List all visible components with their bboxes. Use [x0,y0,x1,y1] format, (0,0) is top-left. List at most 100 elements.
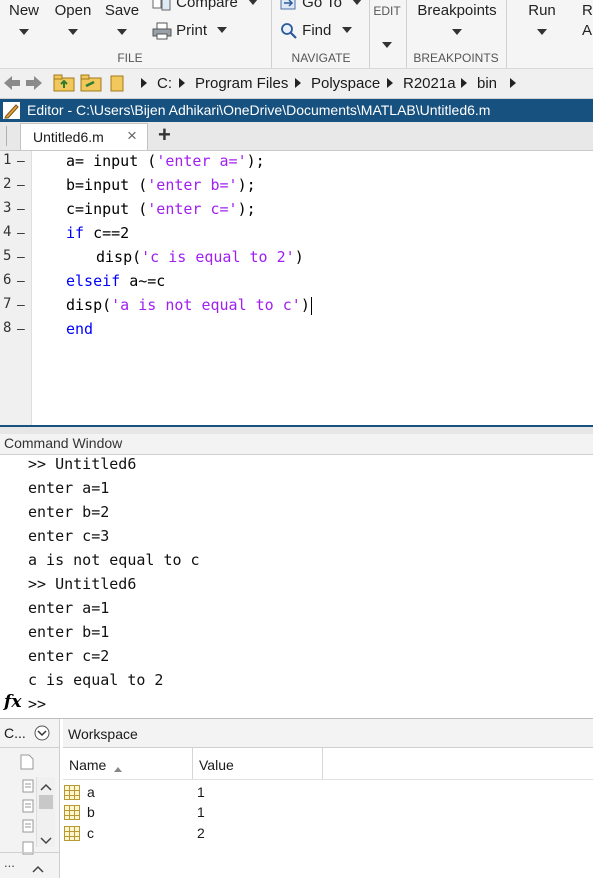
breakpoint-marker[interactable]: – [17,272,25,288]
code-text: c==2 [84,224,130,242]
function-browser-icon[interactable]: fx [4,692,21,712]
line-number: 4 [3,224,12,240]
breakpoint-marker[interactable]: – [17,176,25,192]
line-number-gutter: 1– 2– 3– 4– 5– 6– 7– 8– [0,151,32,425]
code-line[interactable]: disp('c is equal to 2') [96,248,304,266]
find-button[interactable]: Find [280,22,352,40]
column-name-header[interactable]: Name [63,748,193,779]
breadcrumb-separator-icon [141,78,147,88]
breadcrumb-separator-icon [461,78,467,88]
code-line[interactable]: a= input ('enter a='); [66,152,265,170]
breadcrumb-separator-icon[interactable] [510,78,516,88]
code-line[interactable]: elseif a~=c [66,272,165,290]
command-output-line: enter a=1 [28,599,110,617]
breakpoint-marker[interactable]: – [17,224,25,240]
editor-tab-bar: Untitled6.m × + [0,122,593,151]
breakpoint-marker[interactable]: – [17,248,25,264]
chevron-up-icon[interactable] [32,861,44,877]
breakpoint-marker[interactable]: – [17,296,25,312]
line-number: 3 [3,200,12,216]
code-line[interactable]: end [66,320,93,338]
breadcrumb-item[interactable]: Polyspace [311,75,380,92]
close-icon[interactable]: × [127,126,137,146]
command-output-line: enter c=2 [28,647,110,665]
bottom-panels: C... ... Workspace Name Value a 1 b 1 c … [0,718,593,878]
column-value-header[interactable]: Value [193,748,323,779]
compare-button[interactable]: Compare [152,0,259,11]
browse-folder-icon[interactable] [80,74,102,97]
scrollbar[interactable] [36,777,55,847]
current-folder-header: C... [0,719,59,748]
open-label: Open [54,2,92,19]
code-line[interactable]: c=input ('enter c='); [66,200,256,218]
printer-icon [152,22,172,40]
breakpoints-button[interactable]: Breakpoints [410,2,504,35]
address-bar: C: Program Files Polyspace R2021a bin [0,69,593,99]
chevron-down-icon [452,29,462,35]
run-button[interactable]: Run [520,2,564,35]
breadcrumb-item[interactable]: Program Files [195,75,288,92]
breadcrumb-item[interactable]: C: [157,75,172,92]
code-line[interactable]: b=input ('enter b='); [66,176,256,194]
section-divider [271,0,272,68]
breakpoint-marker[interactable]: – [17,200,25,216]
editor-icon [3,102,21,122]
file-icon [22,799,34,816]
print-button[interactable]: Print [152,22,228,40]
code-string: 'enter c=' [147,200,238,218]
save-button[interactable]: Save [100,2,144,35]
folder-icon [110,74,124,97]
edit-label: EDIT [373,4,401,18]
variable-name: a [87,784,95,800]
goto-button[interactable]: Go To [280,0,363,11]
code-text: c=input ( [66,200,148,218]
edit-button[interactable]: EDIT [370,4,404,48]
workspace-header: Workspace [63,719,593,748]
command-output-line: enter b=1 [28,623,110,641]
variable-name: b [87,804,95,820]
run-advance-label-2[interactable]: A [582,22,592,39]
scrollbar-thumb[interactable] [39,795,53,809]
section-breakpoints-label: BREAKPOINTS [413,51,499,65]
tab-untitled6[interactable]: Untitled6.m × [20,123,148,150]
code-line[interactable]: disp('a is not equal to c') [66,296,312,315]
compare-label: Compare [176,0,238,11]
code-editor[interactable]: 1– 2– 3– 4– 5– 6– 7– 8– a= input ('enter… [0,151,593,425]
breadcrumb-item[interactable]: R2021a [403,75,456,92]
panel-menu-icon[interactable] [34,725,50,744]
line-number: 1 [3,152,12,168]
scroll-up-icon[interactable] [40,779,52,795]
open-button[interactable]: Open [50,2,96,35]
scroll-down-icon[interactable] [40,833,52,849]
text-cursor [310,296,312,315]
run-advance-label[interactable]: R [582,2,593,19]
breakpoint-marker[interactable]: – [17,320,25,336]
variable-value: 1 [197,804,205,820]
file-icon [22,779,34,796]
forward-icon[interactable] [25,75,43,96]
variable-value: 1 [197,784,205,800]
command-output-line: >> Untitled6 [28,575,137,593]
breakpoints-label: Breakpoints [417,2,497,19]
chevron-down-icon [117,29,127,35]
workspace-row[interactable]: a 1 [63,783,593,803]
up-folder-icon[interactable] [53,74,75,97]
file-icon [22,841,34,858]
breadcrumb-item[interactable]: bin [477,75,497,92]
command-window[interactable]: >> Untitled6 enter a=1 enter b=2 enter c… [0,455,593,717]
breadcrumb-separator-icon [387,78,393,88]
goto-label: Go To [302,0,342,11]
line-number: 5 [3,248,12,264]
variable-icon [64,805,80,820]
breakpoint-marker[interactable]: – [17,152,25,168]
back-icon[interactable] [3,75,21,96]
workspace-row[interactable]: c 2 [63,824,593,844]
chevron-down-icon [248,0,259,6]
panel-splitter[interactable] [0,425,593,434]
workspace-row[interactable]: b 1 [63,803,593,823]
command-prompt[interactable]: >> [28,695,46,713]
code-line[interactable]: if c==2 [66,224,129,242]
new-button[interactable]: New [2,2,46,35]
command-output-line: a is not equal to c [28,551,200,569]
add-tab-button[interactable]: + [158,122,171,148]
